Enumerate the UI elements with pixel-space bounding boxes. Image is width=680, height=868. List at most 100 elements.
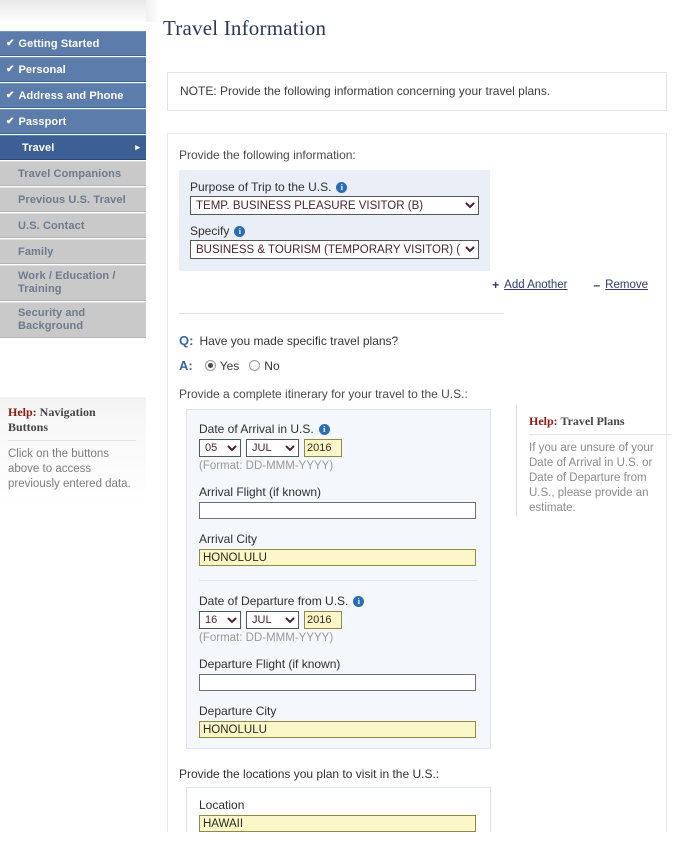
departure-flight-input[interactable] — [199, 674, 476, 691]
chevron-right-icon: ▸ — [135, 142, 140, 152]
arrival-city-label: Arrival City — [199, 532, 258, 546]
info-icon[interactable]: i — [318, 423, 330, 435]
sidebar-item-travel[interactable]: Travel ▸ — [0, 135, 146, 160]
arrival-flight-block: Arrival Flight (if known) — [199, 485, 478, 519]
arrival-date-label: Date of Arrival in U.S. i — [199, 422, 478, 436]
sidebar-item-label: U.S. Contact — [18, 219, 85, 232]
sidebar-item-us-contact[interactable]: U.S. Contact — [0, 213, 146, 238]
info-icon[interactable]: i — [353, 595, 365, 607]
radio-option-no[interactable]: No — [249, 358, 280, 373]
radio-label-no: No — [264, 358, 280, 373]
purpose-of-trip-panel: Purpose of Trip to the U.S. i TEMP. BUSI… — [179, 170, 490, 271]
departure-flight-block: Departure Flight (if known) — [199, 657, 478, 691]
sidebar-help-title: Help: Navigation Buttons — [8, 405, 136, 435]
sidebar-item-getting-started[interactable]: ✔ Getting Started — [0, 31, 146, 56]
arrival-date-block: Date of Arrival in U.S. i 05 JUL (Format… — [199, 422, 478, 472]
sidebar-item-label: Passport — [18, 115, 67, 128]
travel-plans-radio-group: Yes No — [204, 358, 280, 373]
info-icon[interactable]: i — [336, 181, 348, 193]
sidebar-item-label: Previous U.S. Travel — [18, 193, 126, 206]
arrival-date-format-hint: (Format: DD-MMM-YYYY) — [199, 460, 334, 472]
answer-line: A: Yes No — [179, 358, 666, 373]
sidebar-item-label: Address and Phone — [18, 89, 124, 102]
question-line: Q: Have you made specific travel plans? — [179, 333, 666, 348]
departure-date-format-hint: (Format: DD-MMM-YYYY) — [199, 632, 334, 644]
sidebar-item-label: Travel — [22, 141, 55, 154]
departure-day-select[interactable]: 16 — [199, 611, 241, 629]
specify-label-text: Specify — [190, 224, 230, 238]
note-text: NOTE: Provide the following information … — [180, 84, 551, 98]
purpose-of-trip-label: Purpose of Trip to the U.S. i — [190, 180, 478, 194]
sidebar-item-work-education-training[interactable]: Work / Education / Training — [0, 265, 146, 301]
sidebar-item-address-and-phone[interactable]: ✔ Address and Phone — [0, 83, 146, 108]
travel-plans-help-panel: Help: Travel Plans If you are unsure of … — [516, 405, 680, 516]
sidebar-item-security-and-background[interactable]: Security and Background — [0, 302, 146, 338]
radio-option-yes[interactable]: Yes — [204, 358, 240, 373]
sidebar-item-label: Personal — [18, 63, 66, 76]
travel-plans-question-block: Q: Have you made specific travel plans? … — [179, 333, 666, 373]
radio-icon-selected — [204, 360, 216, 371]
arrival-date-label-text: Date of Arrival in U.S. — [199, 422, 314, 436]
location-input[interactable] — [199, 815, 476, 832]
divider — [179, 313, 504, 314]
departure-city-block: Departure City — [199, 704, 478, 738]
info-icon[interactable]: i — [234, 225, 246, 237]
itinerary-lead: Provide a complete itinerary for your tr… — [179, 387, 468, 401]
radio-label-yes: Yes — [219, 358, 240, 373]
purpose-actions: + Add Another – Remove — [168, 278, 666, 292]
departure-month-select[interactable]: JUL — [246, 611, 299, 629]
specify-select[interactable]: BUSINESS & TOURISM (TEMPORARY VISITOR) (… — [190, 240, 479, 259]
remove-button[interactable]: – Remove — [593, 278, 648, 292]
divider — [199, 580, 478, 581]
arrival-flight-label: Arrival Flight (if known) — [199, 485, 322, 499]
sidebar-help-panel: Help: Navigation Buttons Click on the bu… — [0, 397, 146, 508]
sidebar-help-body: Click on the buttons above to access pre… — [8, 448, 131, 490]
arrival-city-input[interactable] — [199, 549, 476, 566]
main-content: Travel Information NOTE: Provide the fol… — [160, 0, 680, 868]
itinerary-panel: Date of Arrival in U.S. i 05 JUL (Format… — [186, 409, 491, 749]
check-icon: ✔ — [6, 90, 15, 101]
sidebar-item-family[interactable]: Family — [0, 239, 146, 264]
locations-panel: Location — [186, 787, 491, 832]
sidebar-item-personal[interactable]: ✔ Personal — [0, 57, 146, 82]
add-another-label: Add Another — [504, 279, 568, 291]
divider — [529, 434, 672, 435]
departure-city-label: Departure City — [199, 704, 277, 718]
sidebar-item-travel-companions[interactable]: Travel Companions — [0, 161, 146, 186]
check-icon: ✔ — [6, 116, 15, 127]
add-another-button[interactable]: + Add Another — [492, 278, 567, 292]
arrival-year-input[interactable] — [304, 439, 342, 457]
locations-lead: Provide the locations you plan to visit … — [179, 767, 440, 781]
help-prefix: Help: — [8, 405, 37, 419]
departure-date-row: 16 JUL — [199, 611, 478, 629]
page-title: Travel Information — [163, 16, 327, 40]
minus-icon: – — [593, 278, 601, 292]
sidebar-item-label: Getting Started — [18, 37, 100, 50]
location-label: Location — [199, 798, 245, 812]
remove-label: Remove — [605, 279, 648, 291]
specify-label: Specify i — [190, 224, 478, 238]
plus-icon: + — [492, 278, 500, 292]
departure-date-block: Date of Departure from U.S. i 16 JUL (Fo… — [199, 594, 478, 644]
departure-date-label: Date of Departure from U.S. i — [199, 594, 478, 608]
arrival-month-select[interactable]: JUL — [246, 439, 299, 457]
departure-year-input[interactable] — [304, 611, 342, 629]
sidebar-item-passport[interactable]: ✔ Passport — [0, 109, 146, 134]
sidebar: ✔ Getting Started ✔ Personal ✔ Address a… — [0, 0, 146, 868]
sidebar-item-label: Work / Education / Training — [18, 270, 116, 295]
check-icon: ✔ — [6, 38, 15, 49]
question-text: Have you made specific travel plans? — [199, 334, 399, 348]
divider — [8, 440, 136, 441]
sidebar-nav: ✔ Getting Started ✔ Personal ✔ Address a… — [0, 31, 146, 339]
arrival-city-block: Arrival City — [199, 532, 478, 566]
radio-icon-unselected — [249, 360, 261, 371]
purpose-of-trip-select[interactable]: TEMP. BUSINESS PLEASURE VISITOR (B) — [190, 196, 479, 215]
sidebar-item-label: Security and Background — [18, 307, 86, 332]
arrival-day-select[interactable]: 05 — [199, 439, 241, 457]
departure-city-input[interactable] — [199, 721, 476, 738]
sidebar-item-previous-us-travel[interactable]: Previous U.S. Travel — [0, 187, 146, 212]
departure-flight-label: Departure Flight (if known) — [199, 657, 341, 671]
sidebar-item-label: Family — [18, 245, 54, 258]
arrival-flight-input[interactable] — [199, 502, 476, 519]
right-help-body: If you are unsure of your Date of Arriva… — [529, 442, 654, 514]
